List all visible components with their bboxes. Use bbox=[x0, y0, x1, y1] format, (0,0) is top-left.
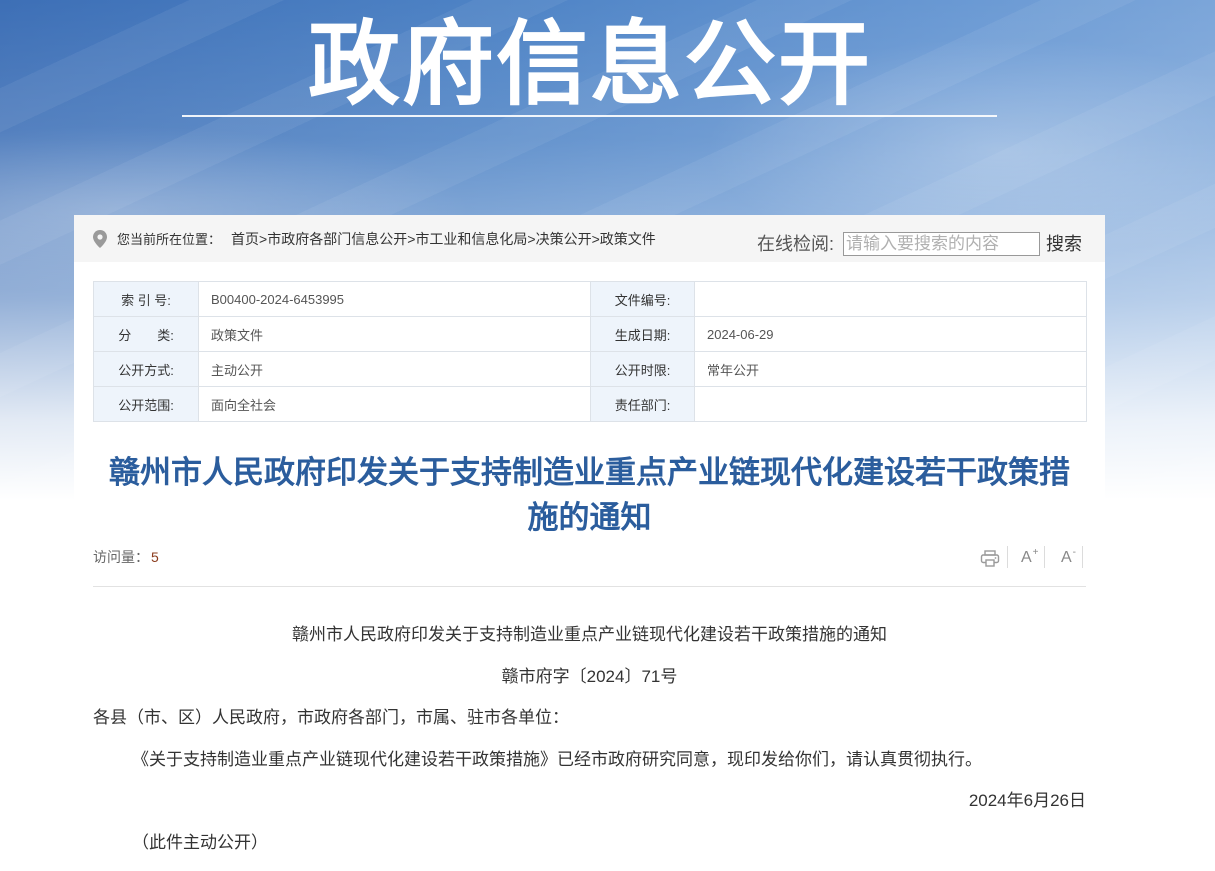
banner-title: 政府信息公开 bbox=[307, 14, 872, 116]
print-icon bbox=[980, 550, 1000, 567]
breadcrumb-separator: > bbox=[527, 231, 536, 247]
font-increase-letter: A bbox=[1021, 549, 1032, 566]
breadcrumb-link-policy-docs[interactable]: 政策文件 bbox=[600, 231, 656, 247]
search-label: 在线检阅: bbox=[757, 234, 835, 254]
breadcrumb-link-decisions[interactable]: 决策公开 bbox=[536, 231, 592, 247]
breadcrumb-link-departments[interactable]: 市政府各部门信息公开 bbox=[267, 231, 407, 247]
article-title: 赣州市人民政府印发关于支持制造业重点产业链现代化建设若干政策措施的通知 bbox=[109, 455, 1070, 535]
body-heading: 赣州市人民政府印发关于支持制造业重点产业链现代化建设若干政策措施的通知 bbox=[292, 625, 887, 644]
disclosure-scope-value: 面向全社会 bbox=[198, 386, 591, 422]
file-number-value bbox=[694, 281, 1087, 317]
banner-underline bbox=[182, 115, 997, 117]
content-panel: 您当前所在位置： 首页>市政府各部门信息公开>市工业和信息化局>决策公开>政策文件… bbox=[74, 215, 1105, 871]
disclosure-period-label: 公开时限: bbox=[590, 351, 695, 387]
visit-count: 访问量： 5 bbox=[93, 549, 159, 565]
print-button[interactable] bbox=[980, 550, 1000, 567]
tool-divider bbox=[1007, 546, 1008, 568]
category-value: 政策文件 bbox=[198, 316, 591, 352]
created-date-label: 生成日期: bbox=[590, 316, 695, 352]
table-row: 分 类: 政策文件 生成日期: 2024-06-29 bbox=[93, 316, 1087, 352]
search-input[interactable] bbox=[843, 232, 1040, 256]
article-body: 赣州市人民政府印发关于支持制造业重点产业链现代化建设若干政策措施的通知 赣市府字… bbox=[93, 614, 1086, 863]
breadcrumb-separator: > bbox=[259, 231, 268, 247]
document-info-table: 索 引 号: B00400-2024-6453995 文件编号: 分 类: 政策… bbox=[93, 281, 1087, 422]
font-decrease-letter: A bbox=[1061, 549, 1072, 566]
body-paragraph: 《关于支持制造业重点产业链现代化建设若干政策措施》已经市政府研究同意，现印发给你… bbox=[132, 749, 982, 769]
font-decrease-button[interactable]: A- bbox=[1061, 548, 1083, 568]
created-date-value: 2024-06-29 bbox=[694, 316, 1087, 352]
font-decrease-sign: - bbox=[1072, 547, 1077, 558]
font-increase-button[interactable]: A+ bbox=[1021, 548, 1043, 568]
issue-date: 2024年6月26日 bbox=[968, 791, 1086, 810]
responsible-dept-label: 责任部门: bbox=[590, 386, 695, 422]
table-row: 索 引 号: B00400-2024-6453995 文件编号: bbox=[93, 281, 1087, 317]
tool-divider bbox=[1044, 546, 1045, 568]
breadcrumb-link-bureau[interactable]: 市工业和信息化局 bbox=[415, 231, 527, 247]
disclosure-note: （此件主动公开） bbox=[132, 832, 268, 852]
font-decrease-icon: A- bbox=[1061, 547, 1077, 567]
disclosure-scope-label: 公开范围: bbox=[93, 386, 199, 422]
document-number: 赣市府字〔2024〕71号 bbox=[501, 666, 678, 686]
visit-count-label: 访问量： bbox=[93, 549, 149, 565]
location-pin-icon bbox=[93, 230, 107, 248]
breadcrumb-separator: > bbox=[591, 231, 600, 247]
tool-divider bbox=[1082, 546, 1083, 568]
search-button[interactable]: 搜索 bbox=[1046, 232, 1082, 256]
table-row: 公开方式: 主动公开 公开时限: 常年公开 bbox=[93, 351, 1087, 387]
article-divider bbox=[93, 586, 1086, 587]
disclosure-period-value: 常年公开 bbox=[694, 351, 1087, 387]
location-bar: 您当前所在位置： 首页>市政府各部门信息公开>市工业和信息化局>决策公开>政策文件… bbox=[74, 215, 1105, 262]
visit-count-value: 5 bbox=[151, 549, 159, 565]
category-label: 分 类: bbox=[93, 316, 199, 352]
index-number-value: B00400-2024-6453995 bbox=[198, 281, 591, 317]
index-number-label: 索 引 号: bbox=[93, 281, 199, 317]
font-increase-sign: + bbox=[1032, 547, 1039, 558]
breadcrumb-link-home[interactable]: 首页 bbox=[231, 231, 259, 247]
breadcrumb-prefix: 您当前所在位置： bbox=[117, 232, 222, 247]
disclosure-method-label: 公开方式: bbox=[93, 351, 199, 387]
responsible-dept-value bbox=[694, 386, 1087, 422]
file-number-label: 文件编号: bbox=[590, 281, 695, 317]
breadcrumb: 您当前所在位置： 首页>市政府各部门信息公开>市工业和信息化局>决策公开>政策文件 bbox=[117, 231, 656, 247]
salutation: 各县（市、区）人民政府，市政府各部门，市属、驻市各单位： bbox=[93, 708, 569, 727]
table-row: 公开范围: 面向全社会 责任部门: bbox=[93, 386, 1087, 422]
disclosure-method-value: 主动公开 bbox=[198, 351, 591, 387]
font-increase-icon: A+ bbox=[1021, 547, 1039, 567]
